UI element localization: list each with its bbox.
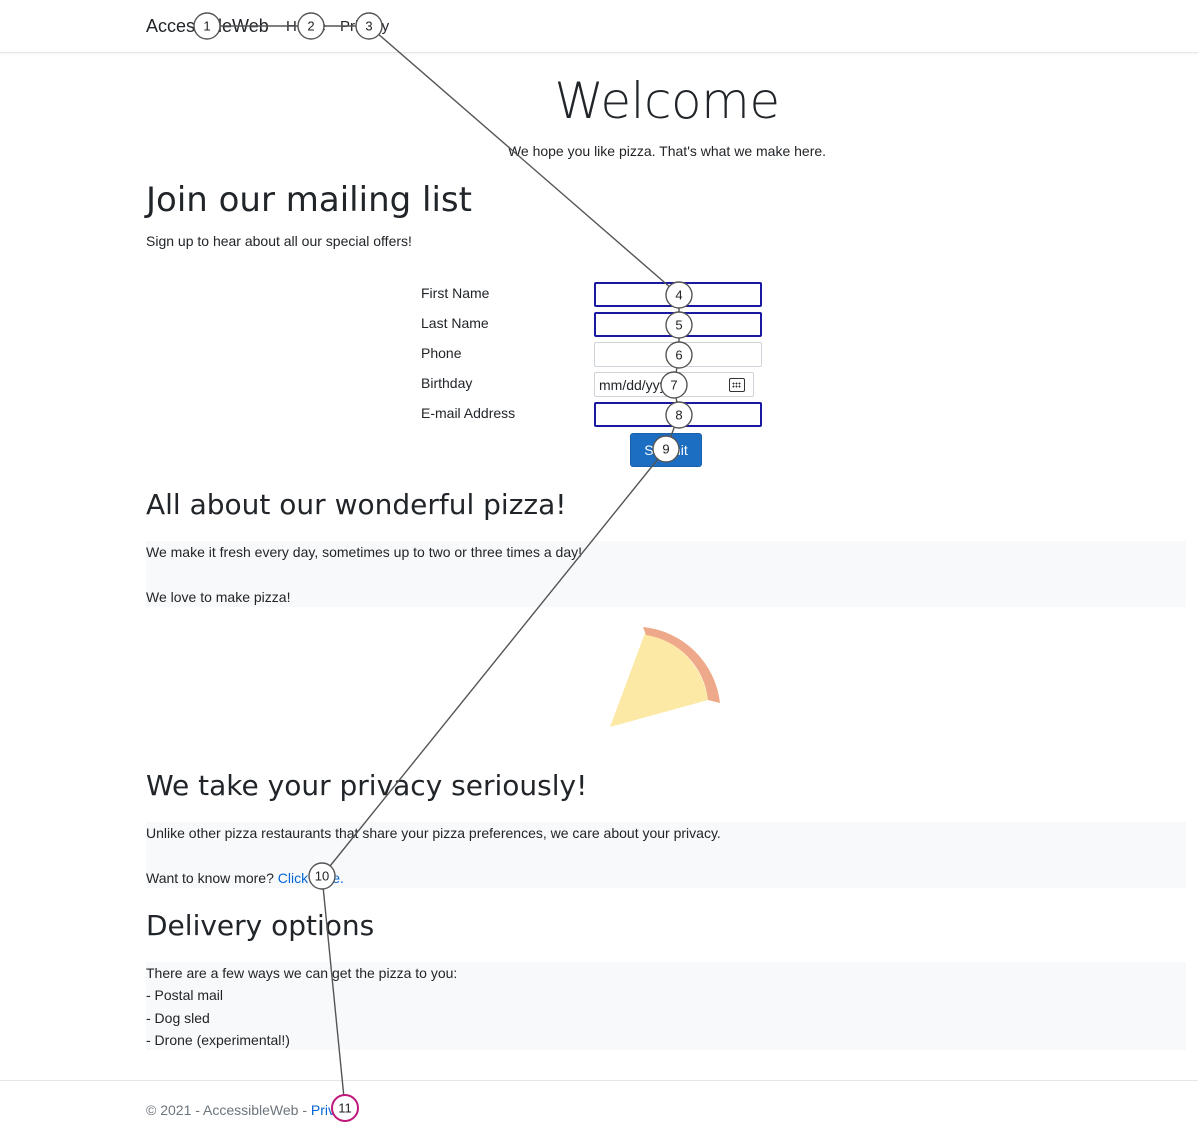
footer-privacy-link[interactable]: Privacy (311, 1102, 357, 1118)
delivery-line: - Drone (experimental!) (146, 1032, 290, 1048)
footer-text: © 2021 - AccessibleWeb - Privacy (146, 1102, 357, 1118)
privacy-heading: We take your privacy seriously! (146, 769, 588, 802)
first-name-field[interactable] (594, 282, 762, 307)
calendar-icon[interactable] (729, 377, 745, 392)
delivery-line: - Postal mail (146, 987, 224, 1003)
pizza-slice-image (610, 627, 720, 727)
page-footer: © 2021 - AccessibleWeb - Privacy (0, 1080, 1198, 1136)
privacy-text-line-2: Want to know more? Click here. (146, 870, 344, 886)
page-title: Welcome (554, 72, 780, 130)
privacy-info-band: Unlike other pizza restaurants that shar… (146, 822, 1186, 888)
nav-home-link[interactable]: Home (286, 18, 326, 35)
pizza-text-line-1: We make it fresh every day, sometimes up… (146, 544, 582, 560)
phone-label: Phone (421, 345, 462, 361)
top-navbar: AccessibleWeb Home Privacy (0, 0, 1198, 53)
mailing-list-heading: Join our mailing list (146, 180, 472, 220)
first-name-label: First Name (421, 285, 490, 301)
email-label: E-mail Address (421, 405, 516, 421)
mailing-list-description: Sign up to hear about all our special of… (146, 233, 412, 249)
delivery-info-band: There are a few ways we can get the pizz… (146, 962, 1186, 1050)
delivery-line: - Dog sled (146, 1010, 210, 1026)
pizza-text-line-2: We love to make pizza! (146, 589, 291, 605)
last-name-label: Last Name (421, 315, 489, 331)
page-subtitle: We hope you like pizza. That's what we m… (507, 143, 827, 159)
email-field[interactable] (594, 402, 762, 427)
birthday-date-input[interactable]: mm/dd/yyyy (594, 372, 754, 397)
phone-field[interactable] (594, 342, 762, 367)
pizza-cheese (610, 633, 708, 727)
nav-privacy-link[interactable]: Privacy (340, 18, 389, 35)
delivery-heading: Delivery options (146, 909, 375, 942)
pizza-heading: All about our wonderful pizza! (146, 488, 567, 521)
birthday-label: Birthday (421, 375, 473, 391)
brand-link[interactable]: AccessibleWeb (146, 16, 269, 37)
footer-copyright: © 2021 - AccessibleWeb - (146, 1102, 311, 1118)
pizza-info-band: We make it fresh every day, sometimes up… (146, 541, 1186, 607)
privacy-click-here-link[interactable]: Click here. (278, 870, 344, 886)
birthday-date-value: mm/dd/yyyy (599, 376, 674, 393)
submit-button[interactable]: Submit (630, 433, 702, 467)
privacy-text-line-1: Unlike other pizza restaurants that shar… (146, 825, 721, 841)
privacy-more-text: Want to know more? (146, 870, 278, 886)
last-name-field[interactable] (594, 312, 762, 337)
delivery-line: There are a few ways we can get the pizz… (146, 965, 458, 981)
